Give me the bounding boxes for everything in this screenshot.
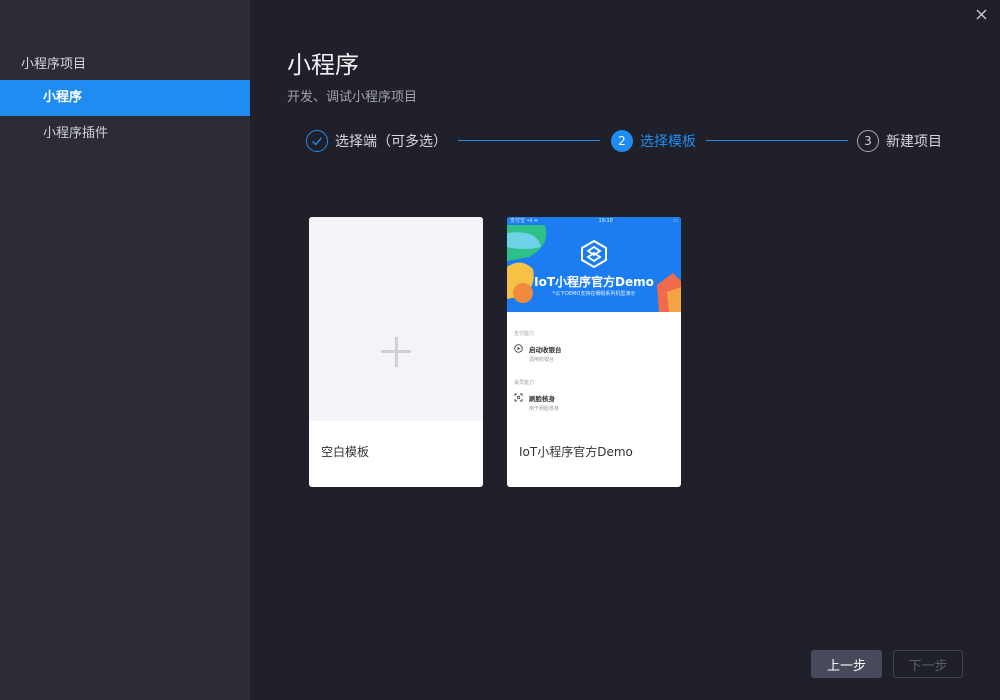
step-connector (706, 140, 848, 141)
template-card-iot-demo[interactable]: 支付宝 ⁠•ıl ≋ 19:18 ▭ IoT小程序官方Demo *以下DEMO支… (507, 217, 681, 487)
check-icon (312, 137, 323, 146)
play-icon (514, 344, 523, 353)
demo-section-heading: 支付能力 (514, 331, 535, 337)
close-icon (976, 9, 987, 20)
step-label: 选择模板 (640, 134, 696, 150)
demo-item-title: 启动收银台 (529, 346, 562, 354)
page-subtitle: 开发、调试小程序项目 (287, 90, 418, 105)
next-step-button[interactable]: 下一步 (893, 650, 963, 678)
demo-subtitle: *以下DEMO支持在蜻蜓系列机型演示 (552, 291, 636, 297)
status-left: 支付宝 ⁠•ıl ≋ (510, 218, 539, 224)
step-new-project: 3 新建项目 (857, 130, 942, 152)
sidebar-item-miniprogram[interactable]: 小程序 (0, 80, 250, 116)
template-name: 空白模板 (321, 445, 370, 459)
demo-section-heading: 会员能力 (514, 380, 535, 386)
iot-logo-icon (581, 239, 607, 269)
status-right: ▭ (673, 218, 678, 224)
demo-item-title: 刷脸核身 (529, 395, 555, 403)
template-card-blank[interactable]: 空白模板 (309, 217, 483, 487)
step-select-platform: 选择端（可多选） (306, 130, 447, 152)
sidebar: 小程序项目 小程序 小程序插件 (0, 0, 250, 700)
template-thumbnail (309, 217, 483, 421)
template-name: IoT小程序官方Demo (519, 445, 633, 459)
step-label: 选择端（可多选） (335, 134, 447, 150)
demo-item-desc: 用于刷脸核身 (529, 406, 560, 412)
demo-item-desc: 调用收银台 (529, 357, 555, 363)
step-number: 2 (611, 130, 633, 152)
close-button[interactable] (970, 4, 992, 26)
page-title: 小程序 (287, 51, 359, 79)
sidebar-item-miniprogram-plugin[interactable]: 小程序插件 (0, 116, 250, 152)
face-scan-icon (514, 393, 523, 402)
step-label: 新建项目 (886, 134, 942, 150)
demo-banner: 支付宝 ⁠•ıl ≋ 19:18 ▭ IoT小程序官方Demo *以下DEMO支… (507, 217, 681, 312)
status-center: 19:18 (598, 218, 613, 224)
template-thumbnail: 支付宝 ⁠•ıl ≋ 19:18 ▭ IoT小程序官方Demo *以下DEMO支… (507, 217, 681, 421)
previous-step-button[interactable]: 上一步 (811, 650, 882, 678)
step-connector (458, 140, 600, 141)
demo-status-bar: 支付宝 ⁠•ıl ≋ 19:18 ▭ (507, 217, 681, 225)
demo-title: IoT小程序官方Demo (534, 275, 654, 289)
step-number: 3 (857, 130, 879, 152)
step-select-template: 2 选择模板 (611, 130, 696, 152)
step-done-icon (306, 130, 328, 152)
sidebar-section-title: 小程序项目 (21, 57, 87, 72)
